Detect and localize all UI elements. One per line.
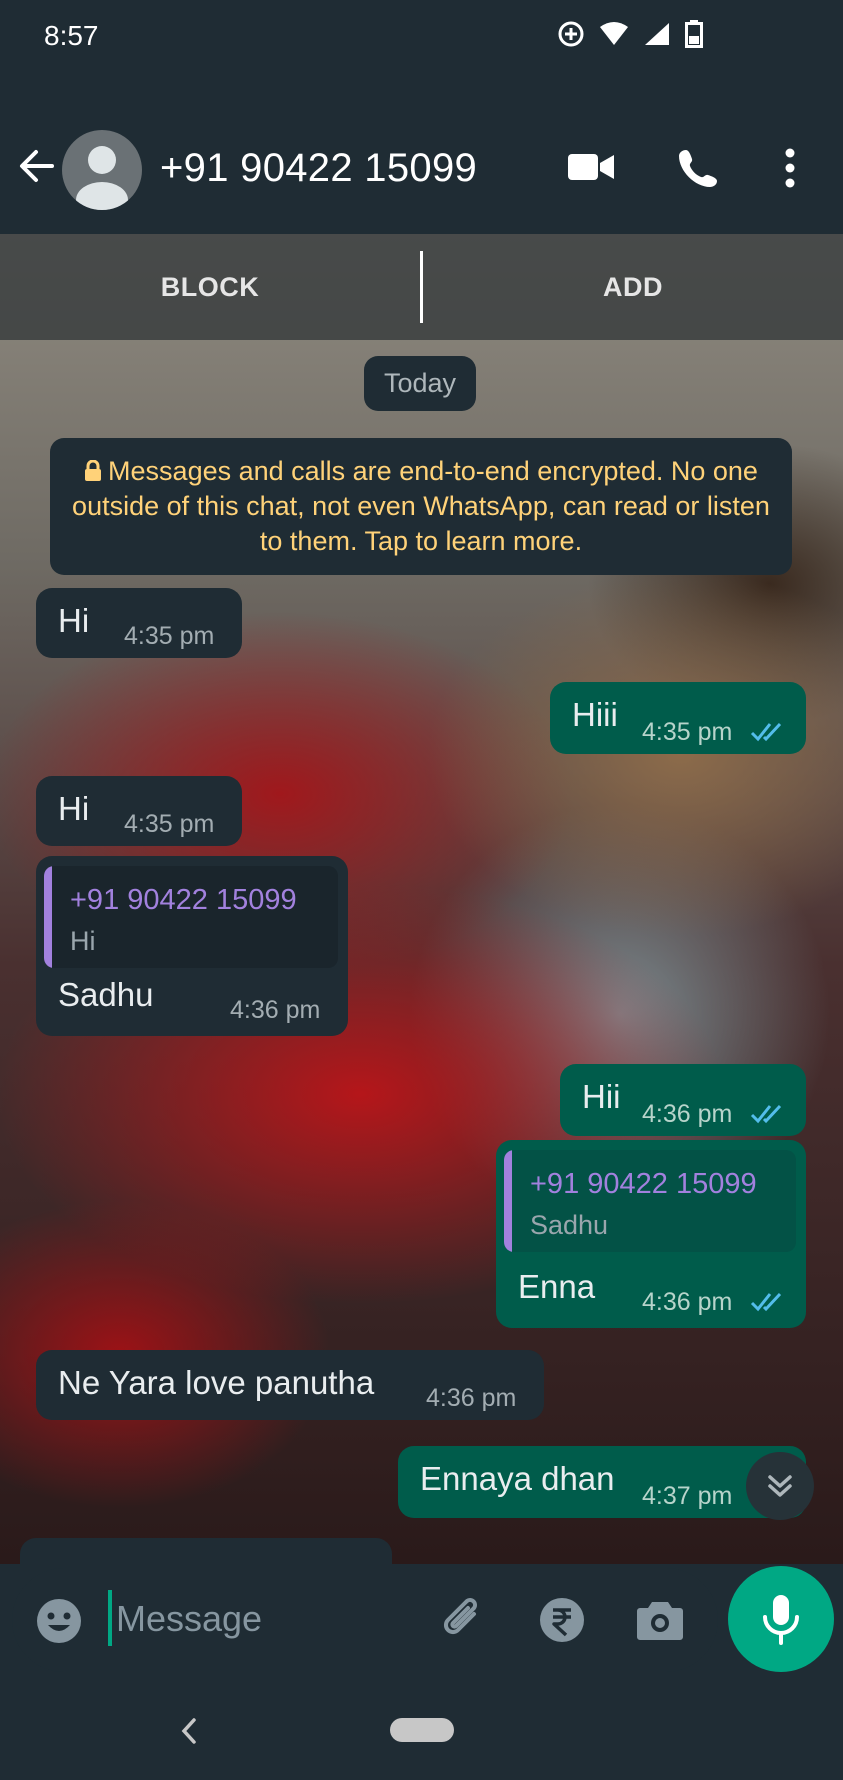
message-bubble[interactable]: Hiii 4:35 pm bbox=[550, 682, 806, 754]
message-text: Enna bbox=[518, 1268, 596, 1305]
nav-back-icon[interactable] bbox=[180, 1716, 198, 1746]
message-time: 4:35 pm bbox=[642, 718, 733, 746]
quote-accent-bar bbox=[504, 1150, 512, 1252]
message-time: 4:36 pm bbox=[642, 1288, 733, 1316]
message-bubble[interactable]: +91 90422 15099 Hi Sadhu 4:36 pm bbox=[36, 856, 348, 1036]
system-icons bbox=[557, 20, 703, 48]
message-bubble[interactable]: Hi 4:35 pm bbox=[36, 776, 242, 846]
block-button[interactable]: BLOCK bbox=[0, 272, 420, 303]
double-chevron-down-icon bbox=[768, 1475, 792, 1497]
message-bubble[interactable]: Ennaya dhan 4:37 pm bbox=[398, 1446, 806, 1518]
read-ticks-icon bbox=[750, 722, 782, 742]
message-bubble[interactable]: Hi 4:35 pm bbox=[36, 588, 242, 658]
message-time: 4:36 pm bbox=[642, 1100, 733, 1128]
quote-accent-bar bbox=[44, 866, 52, 968]
quoted-sender: +91 90422 15099 bbox=[530, 1168, 757, 1200]
video-call-icon[interactable] bbox=[568, 152, 614, 182]
quoted-text: Sadhu bbox=[530, 1210, 609, 1240]
message-composer: Message bbox=[12, 1568, 718, 1672]
mic-icon bbox=[763, 1595, 799, 1645]
message-text: Hi bbox=[58, 790, 90, 827]
quoted-sender: +91 90422 15099 bbox=[70, 884, 297, 916]
partial-message-bubble bbox=[20, 1538, 392, 1564]
avatar[interactable] bbox=[62, 130, 142, 210]
battery-icon bbox=[685, 20, 703, 48]
message-text: Sadhu bbox=[58, 976, 154, 1013]
data-saver-icon bbox=[558, 21, 584, 47]
quoted-message[interactable]: +91 90422 15099 Sadhu bbox=[504, 1150, 796, 1252]
message-text: Hi bbox=[58, 602, 90, 639]
message-input[interactable]: Message bbox=[116, 1598, 262, 1640]
contact-name[interactable]: +91 90422 15099 bbox=[160, 146, 477, 191]
encryption-notice[interactable]: Messages and calls are end-to-end encryp… bbox=[50, 438, 792, 575]
message-time: 4:35 pm bbox=[124, 622, 215, 650]
status-bar: 8:57 bbox=[0, 0, 843, 70]
message-time: 4:36 pm bbox=[426, 1384, 517, 1412]
status-time: 8:57 bbox=[44, 20, 99, 51]
read-ticks-icon bbox=[750, 1104, 782, 1124]
chat-area[interactable]: BLOCK ADD Today Messages and calls are e… bbox=[0, 234, 843, 1564]
unknown-contact-actions: BLOCK ADD bbox=[0, 234, 843, 340]
signal-icon bbox=[645, 23, 669, 45]
back-arrow-icon[interactable] bbox=[16, 146, 56, 186]
message-bubble[interactable]: Ne Yara love panutha 4:36 pm bbox=[36, 1350, 544, 1420]
voice-record-button[interactable] bbox=[728, 1566, 834, 1672]
more-vert-icon[interactable] bbox=[782, 148, 798, 188]
quoted-message[interactable]: +91 90422 15099 Hi bbox=[44, 866, 338, 968]
quoted-text: Hi bbox=[70, 926, 96, 956]
attach-icon[interactable] bbox=[440, 1596, 488, 1644]
message-bubble[interactable]: +91 90422 15099 Sadhu Enna 4:36 pm bbox=[496, 1140, 806, 1328]
encryption-notice-text: Messages and calls are end-to-end encryp… bbox=[72, 456, 770, 556]
wifi-icon bbox=[600, 22, 628, 45]
scroll-to-bottom-button[interactable] bbox=[746, 1452, 814, 1520]
read-ticks-icon bbox=[750, 1292, 782, 1312]
message-text: Ne Yara love panutha bbox=[58, 1364, 375, 1401]
message-text: Ennaya dhan bbox=[420, 1460, 615, 1497]
emoji-icon[interactable] bbox=[36, 1598, 82, 1644]
message-text: Hiii bbox=[572, 696, 618, 733]
message-time: 4:37 pm bbox=[642, 1482, 733, 1510]
date-label: Today bbox=[364, 356, 477, 411]
voice-call-icon[interactable] bbox=[678, 148, 718, 188]
message-time: 4:36 pm bbox=[230, 996, 321, 1024]
text-cursor bbox=[108, 1590, 112, 1646]
rupee-icon[interactable] bbox=[538, 1596, 586, 1644]
system-nav-bar bbox=[0, 1680, 843, 1780]
message-time: 4:35 pm bbox=[124, 810, 215, 838]
lock-icon bbox=[85, 459, 102, 481]
camera-icon[interactable] bbox=[636, 1598, 684, 1642]
chat-header: +91 90422 15099 bbox=[0, 100, 843, 234]
avatar-icon bbox=[76, 146, 128, 210]
nav-home-pill[interactable] bbox=[390, 1718, 454, 1742]
add-contact-button[interactable]: ADD bbox=[423, 272, 843, 303]
message-bubble[interactable]: Hii 4:36 pm bbox=[560, 1064, 806, 1136]
message-text: Hii bbox=[582, 1078, 621, 1115]
